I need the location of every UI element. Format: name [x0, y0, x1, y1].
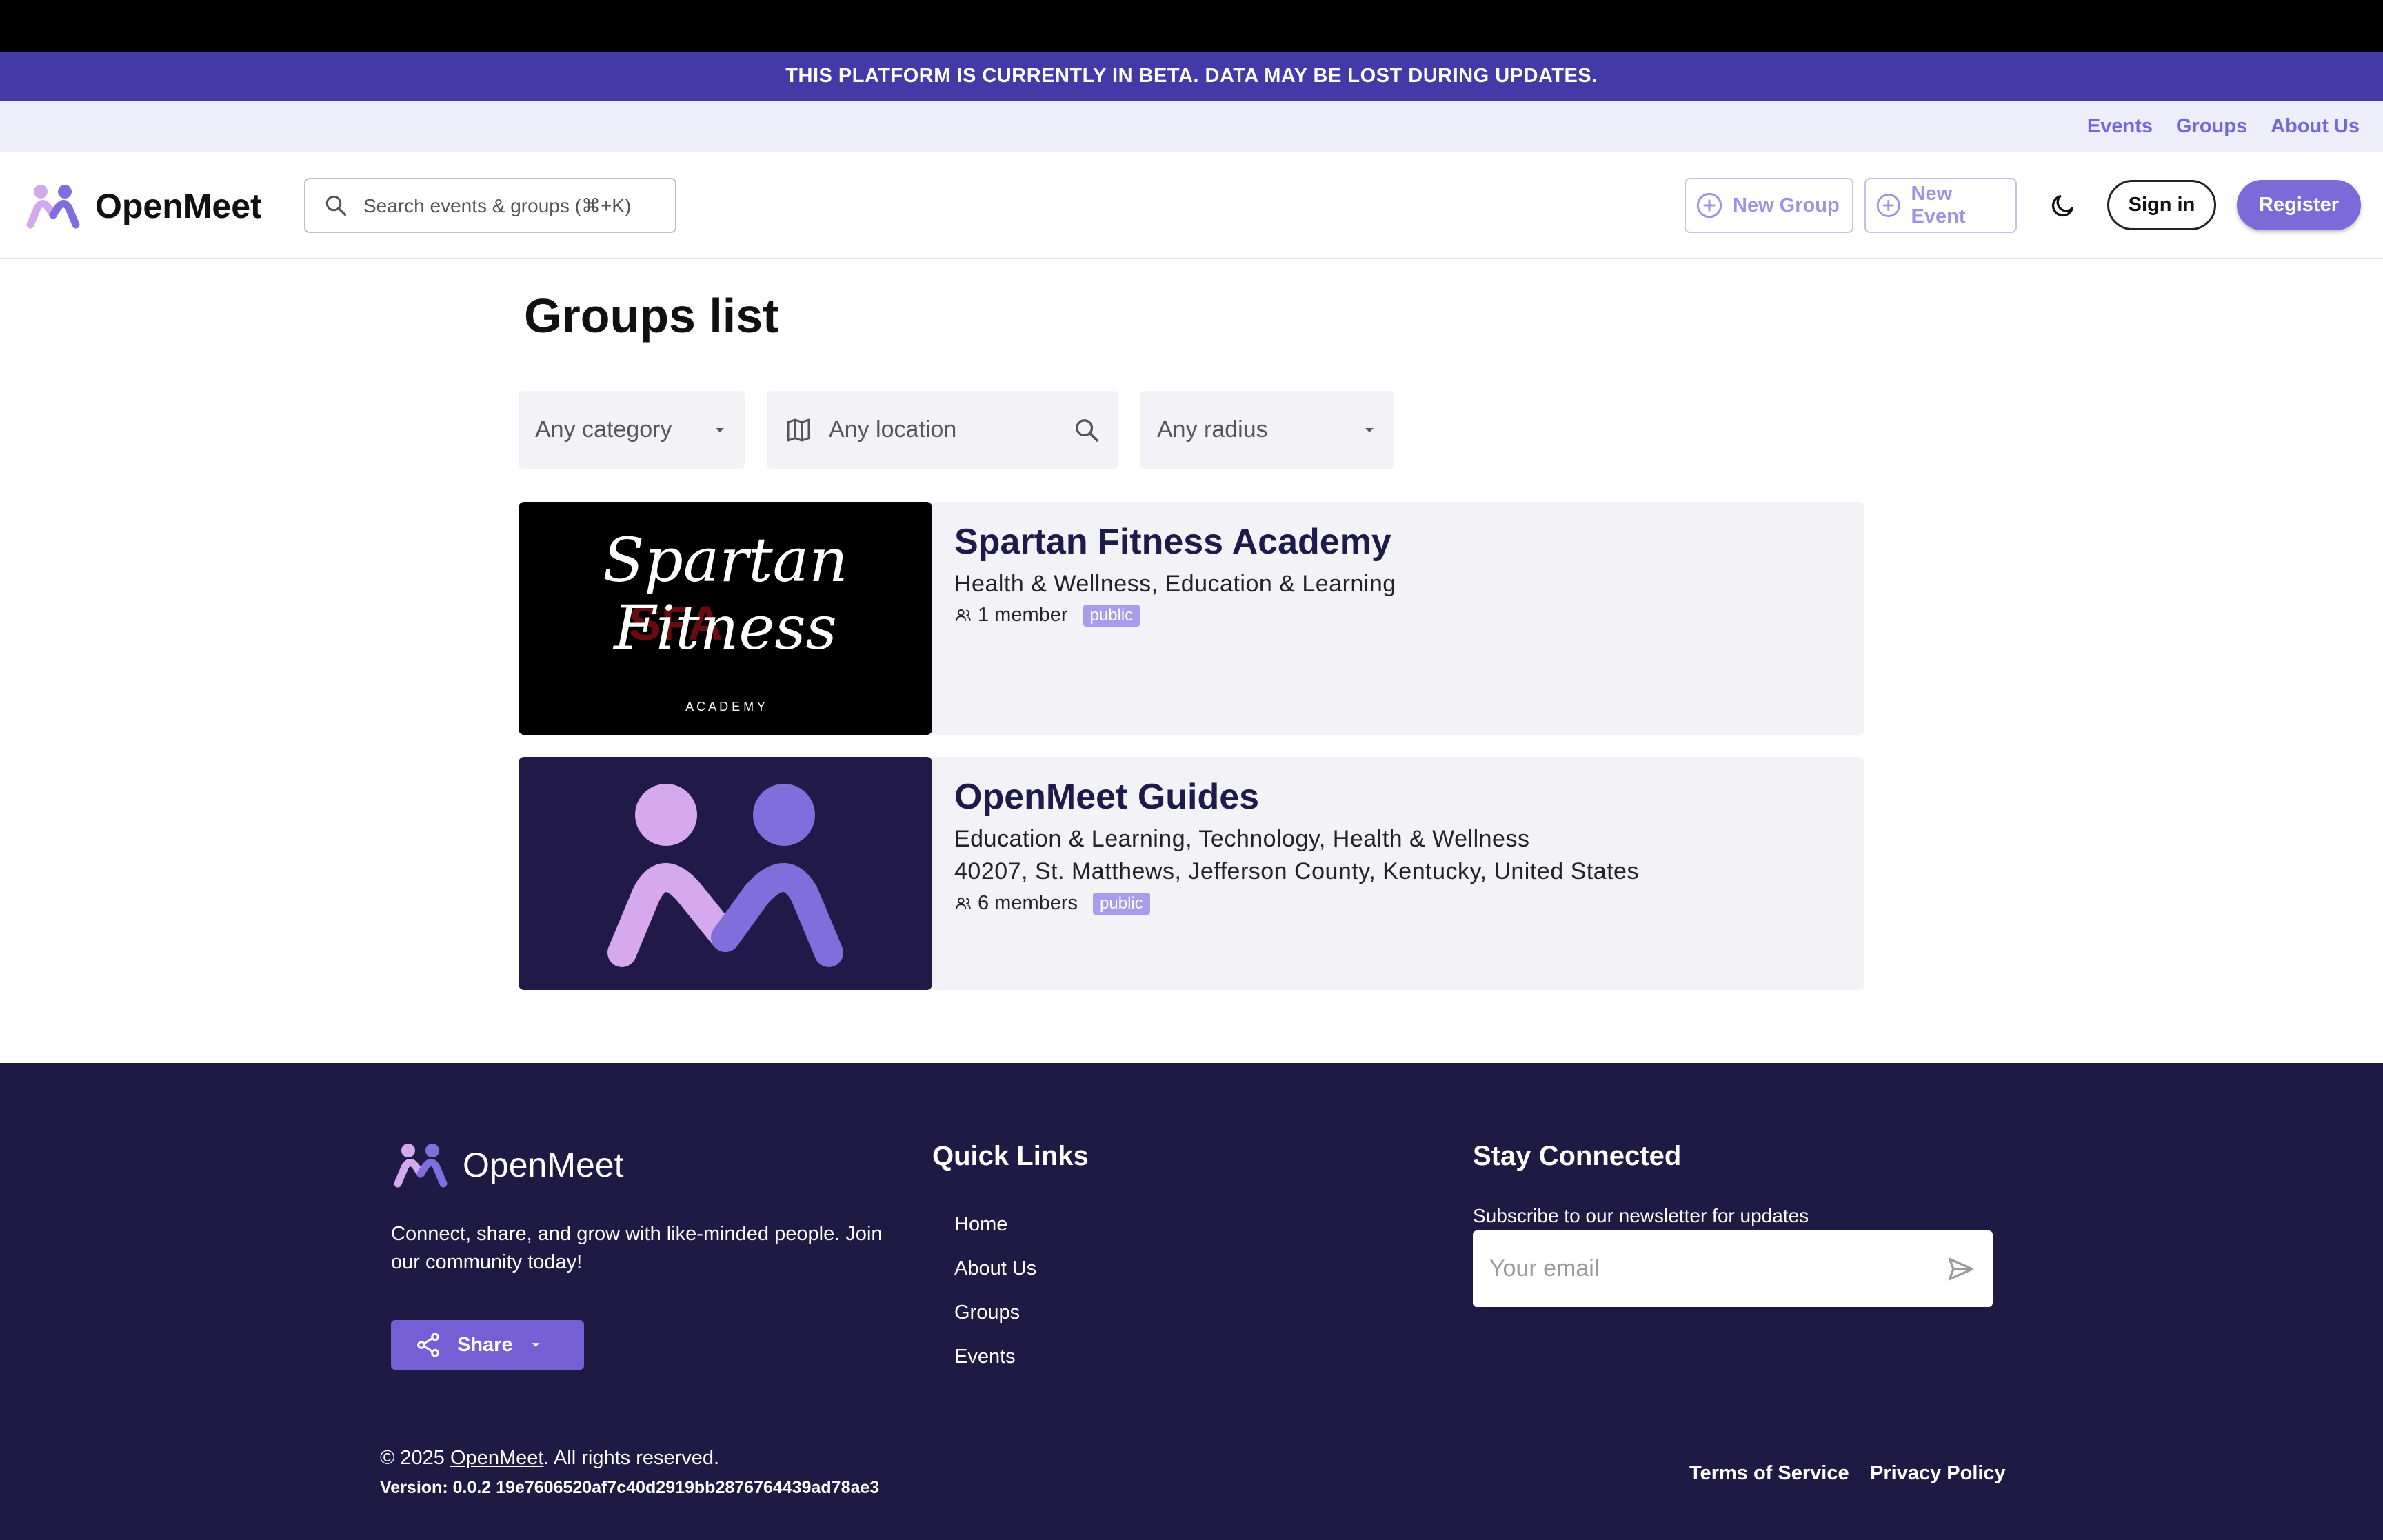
moon-icon [2051, 195, 2073, 217]
plus-circle-icon [1876, 193, 1900, 218]
stay-connected-title: Stay Connected [1473, 1141, 1682, 1171]
logo-line1: Spartan [603, 525, 848, 596]
caret-down-icon [716, 427, 724, 432]
group-categories: Education & Learning, Technology, Health… [954, 826, 1530, 852]
group-location: 40207, St. Matthews, Jefferson County, K… [954, 858, 1639, 884]
footer-logo-text: OpenMeet [463, 1146, 624, 1184]
utility-nav-events[interactable]: Events [2087, 115, 2153, 138]
caret-down-icon [1365, 427, 1374, 432]
search-placeholder: Search events & groups (⌘+K) [363, 194, 632, 216]
openmeet-logo-icon [26, 185, 80, 229]
dark-mode-toggle[interactable] [2044, 186, 2082, 225]
sign-in-button[interactable]: Sign in [2107, 180, 2216, 230]
member-count: 1 member [978, 604, 1068, 626]
visibility-badge: public [1093, 892, 1150, 915]
utility-nav: Events Groups About Us [0, 101, 2383, 152]
visibility-badge: public [1083, 604, 1140, 627]
footer [0, 1063, 2383, 1540]
quick-links-title: Quick Links [932, 1141, 1089, 1171]
search-icon[interactable] [1073, 416, 1100, 444]
footer-description: Connect, share, and grow with like-minde… [391, 1223, 883, 1273]
utility-nav-about-us[interactable]: About Us [2271, 115, 2360, 138]
privacy-link[interactable]: Privacy Policy [1870, 1462, 2006, 1485]
share-icon [417, 1333, 439, 1357]
logo-text: OpenMeet [95, 187, 262, 225]
caret-down-icon [532, 1343, 540, 1347]
search-input[interactable]: Search events & groups (⌘+K) [304, 178, 676, 233]
group-categories: Health & Wellness, Education & Learning [954, 571, 1396, 597]
copyright-suffix: . All rights reserved. [543, 1447, 720, 1469]
newsletter-text: Subscribe to our newsletter for updates [1473, 1205, 1809, 1226]
copyright-link[interactable]: OpenMeet [450, 1447, 543, 1469]
category-select[interactable]: Any category [519, 391, 745, 469]
share-button[interactable]: Share [391, 1320, 584, 1370]
members-icon [956, 897, 971, 909]
header-logo[interactable]: OpenMeet [23, 182, 262, 230]
beta-banner: THIS PLATFORM IS CURRENTLY IN BETA. DATA… [0, 52, 2383, 101]
radius-select[interactable]: Any radius [1140, 391, 1394, 469]
newsletter-email-input[interactable]: Your email [1473, 1230, 1993, 1307]
terms-link[interactable]: Terms of Service [1689, 1462, 1849, 1485]
footer-logo[interactable]: OpenMeet [391, 1141, 623, 1189]
send-icon[interactable] [1946, 1254, 1976, 1284]
top-bar [0, 0, 2383, 52]
beta-banner-text: THIS PLATFORM IS CURRENTLY IN BETA. DATA… [785, 65, 1598, 87]
page-title: Groups list [524, 289, 779, 343]
group-meta: 1 member public [954, 604, 1140, 627]
copyright-prefix: © 2025 [380, 1447, 450, 1469]
location-input[interactable]: Any location [767, 391, 1118, 469]
search-icon [325, 195, 347, 216]
footer-link-home[interactable]: Home [954, 1213, 1007, 1236]
radius-value: Any radius [1157, 416, 1268, 443]
members-icon [956, 609, 971, 621]
member-count: 6 members [978, 892, 1078, 914]
footer-link-events[interactable]: Events [954, 1346, 1016, 1368]
new-event-label: New Event [1911, 183, 1966, 227]
group-meta: 6 members public [954, 892, 1150, 915]
new-event-button[interactable]: New Event [1864, 178, 2017, 233]
share-label: Share [457, 1333, 513, 1356]
openmeet-logo-icon [394, 1144, 448, 1188]
map-icon [787, 418, 810, 441]
copyright: © 2025 OpenMeet. All rights reserved. [380, 1447, 719, 1470]
logo-line3: A C A D E M Y [685, 700, 765, 713]
plus-circle-icon [1696, 192, 1722, 219]
group-name[interactable]: Spartan Fitness Academy [954, 521, 1391, 563]
category-value: Any category [535, 416, 672, 443]
spartan-fitness-logo: SFA Spartan Fitness A C A D E M Y [603, 525, 848, 713]
openmeet-logo-icon [607, 784, 843, 967]
email-placeholder: Your email [1489, 1255, 1600, 1281]
new-group-label: New Group [1733, 194, 1840, 216]
location-value: Any location [829, 416, 957, 443]
group-image-spartan-fitness[interactable]: SFA Spartan Fitness A C A D E M Y [519, 502, 932, 735]
utility-nav-groups[interactable]: Groups [2176, 115, 2247, 138]
logo-line2: Fitness [612, 592, 837, 663]
footer-link-groups[interactable]: Groups [954, 1301, 1020, 1324]
new-group-button[interactable]: New Group [1685, 178, 1853, 233]
register-button[interactable]: Register [2237, 180, 2361, 230]
version-text: Version: 0.0.2 19e7606520af7c40d2919bb28… [380, 1478, 880, 1497]
group-name[interactable]: OpenMeet Guides [954, 776, 1259, 818]
group-image-openmeet-guides[interactable] [519, 757, 932, 990]
footer-link-about-us[interactable]: About Us [954, 1257, 1036, 1280]
